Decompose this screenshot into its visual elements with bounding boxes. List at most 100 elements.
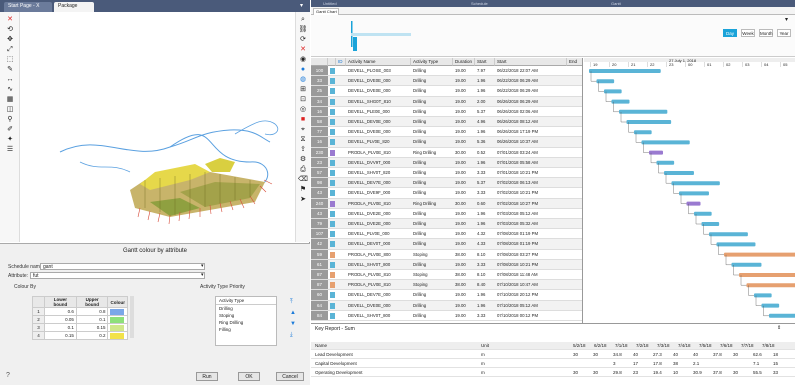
- table-row[interactable]: 60 DEVELL_DEV7E_000 Drilling 19.00 1.96 07/10…: [311, 290, 582, 301]
- duration-cell[interactable]: 19.00: [453, 107, 475, 116]
- start-cell[interactable]: 07/02/2018 10:21 PM: [495, 188, 567, 197]
- priority-list[interactable]: Activity Type Drilling Stoping Ring Drillin…: [215, 296, 277, 346]
- start-cell[interactable]: 06/26/2018 02:06 AM: [495, 107, 567, 116]
- gantt-bar[interactable]: [701, 222, 720, 226]
- zoom-year-button[interactable]: Year: [777, 29, 791, 37]
- colour-swatch[interactable]: [110, 332, 125, 339]
- activity-type-cell[interactable]: Drilling: [411, 178, 453, 187]
- duration-cell[interactable]: 19.00: [453, 219, 475, 228]
- measure-icon[interactable]: ↔: [5, 76, 15, 84]
- table-row[interactable]: 57 DEVELL_SHV0T_820 Drilling 19.00 3.33 07/01…: [311, 168, 582, 179]
- duration-cell[interactable]: 1.96: [475, 290, 495, 299]
- duration-cell[interactable]: 4.96: [475, 117, 495, 126]
- priority-item[interactable]: Ring Drilling: [216, 319, 276, 326]
- table-row[interactable]: 4 0.15 0.2: [32, 331, 128, 340]
- activity-type-cell[interactable]: Stoping: [411, 250, 453, 259]
- activity-name-cell[interactable]: DEVELL_DVE0E_000: [346, 301, 411, 310]
- cube-icon[interactable]: ◫: [5, 106, 15, 114]
- tab-gantt-chart[interactable]: Gantt Chart: [313, 8, 339, 15]
- table-row[interactable]: 34 DEVELL_SHG0T_810 Drilling 19.00 2.00 06/26…: [311, 96, 582, 107]
- gantt-bar[interactable]: [761, 303, 780, 308]
- activity-type-cell[interactable]: Drilling: [411, 219, 453, 228]
- gantt-bar[interactable]: [754, 293, 772, 298]
- export-icon[interactable]: ⇪: [298, 146, 308, 154]
- table-row[interactable]: 100 DEVELL_PLOSE_003 Drilling 19.00 7.97 06/2…: [311, 66, 582, 77]
- zoom-month-button[interactable]: Month: [759, 29, 773, 37]
- gantt-bar[interactable]: [724, 252, 795, 257]
- settings-icon[interactable]: ⚙: [298, 156, 308, 164]
- priority-item[interactable]: Drilling: [216, 305, 276, 312]
- table-row[interactable]: 87 PRODLA_PLV0E_810 Stoping 38.00 8.40 07/10/…: [311, 280, 582, 291]
- link-icon[interactable]: ⛓: [298, 26, 308, 34]
- duration-cell[interactable]: 19.00: [453, 301, 475, 310]
- table-row[interactable]: 25 DEVELL_DVE0E_000 Drilling 19.00 1.96 06/22…: [311, 86, 582, 97]
- table-row[interactable]: 43 DEVELL_DVE2E_000 Drilling 19.00 1.96 07/03…: [311, 208, 582, 219]
- 3d-viewport[interactable]: [20, 12, 295, 242]
- activity-name-cell[interactable]: DEVELL_DVE2E_000: [346, 219, 411, 228]
- duration-cell[interactable]: 8.10: [475, 250, 495, 259]
- activity-type-cell[interactable]: Drilling: [411, 301, 453, 310]
- activity-type-cell[interactable]: Drilling: [411, 239, 453, 248]
- schedule-select[interactable]: gant: [40, 263, 205, 270]
- colour-swatch[interactable]: [110, 324, 125, 331]
- help-icon[interactable]: ?: [6, 372, 10, 379]
- activity-name-cell[interactable]: DEVELL_DVV9T_000: [346, 158, 411, 167]
- duration-cell[interactable]: 2.00: [475, 97, 495, 106]
- gantt-bar[interactable]: [769, 313, 795, 318]
- duration-cell[interactable]: 3.33: [475, 260, 495, 269]
- duration-cell[interactable]: 1.96: [475, 86, 495, 95]
- priority-item[interactable]: Activity Type: [216, 297, 276, 305]
- activity-name-cell[interactable]: PRODLA_PLV0E_810: [346, 280, 411, 289]
- start-cell[interactable]: 07/10/2018 10:47 AM: [495, 280, 567, 289]
- activity-type-cell[interactable]: Drilling: [411, 127, 453, 136]
- duration-cell[interactable]: 8.10: [475, 270, 495, 279]
- start-cell[interactable]: 07/08/2018 01:19 PM: [495, 229, 567, 238]
- pan-icon[interactable]: ✥: [5, 36, 15, 44]
- attribute-select[interactable]: fut: [30, 272, 205, 279]
- table-row[interactable]: 79 DEVELL_DVE2E_000 Drilling 19.00 1.96 07/03…: [311, 219, 582, 230]
- start-cell[interactable]: 07/10/2018 05:12 AM: [495, 301, 567, 310]
- table-row[interactable]: 98 DEVELL_DEV7E_000 Drilling 19.00 5.37 07/02…: [311, 178, 582, 189]
- activity-type-cell[interactable]: Drilling: [411, 229, 453, 238]
- draw-icon[interactable]: ✎: [5, 66, 15, 74]
- delete-icon[interactable]: ✕: [298, 46, 308, 54]
- duration-cell[interactable]: 19.00: [453, 188, 475, 197]
- duration-cell[interactable]: 4.33: [475, 239, 495, 248]
- move-top-icon[interactable]: ⤒: [290, 299, 293, 306]
- duration-cell[interactable]: 38.00: [453, 270, 475, 279]
- curve-icon[interactable]: ∿: [5, 86, 15, 94]
- activity-name-cell[interactable]: DEVELL_SHV0T_820: [346, 168, 411, 177]
- colour-cell[interactable]: [107, 331, 128, 340]
- trash-icon[interactable]: ⌫: [298, 176, 308, 184]
- activity-name-cell[interactable]: DEVELL_PLE0E_000: [346, 107, 411, 116]
- gantt-bar[interactable]: [664, 171, 694, 175]
- activity-type-cell[interactable]: Drilling: [411, 168, 453, 177]
- start-cell[interactable]: 07/08/2018 10:21 PM: [495, 260, 567, 269]
- duration-cell[interactable]: 8.40: [475, 280, 495, 289]
- start-cell[interactable]: 06/26/2018 06:29 AM: [495, 97, 567, 106]
- priority-item[interactable]: Filling: [216, 326, 276, 333]
- gantt-bar[interactable]: [596, 79, 615, 84]
- gantt-chart[interactable]: 27 July 1, 2018 19 20 21 22 23 00 01 02 03 04 05: [584, 58, 795, 323]
- activity-type-cell[interactable]: Drilling: [411, 76, 453, 85]
- duration-cell[interactable]: 5.37: [475, 178, 495, 187]
- activity-name-cell[interactable]: DEVELL_SHV0T_800: [346, 260, 411, 269]
- duration-cell[interactable]: 0.60: [475, 199, 495, 208]
- table-row[interactable]: 58 DEVELL_DEV0E_000 Drilling 19.00 4.96 06/26…: [311, 117, 582, 128]
- start-cell[interactable]: 07/08/2018 01:19 PM: [495, 239, 567, 248]
- start-cell[interactable]: 07/01/2018 03:24 AM: [495, 148, 567, 157]
- report-row[interactable]: Capital Development m 3 17 17.8 38 2.1 7.1 15: [311, 360, 795, 368]
- upper-bound-cell[interactable]: 0.2: [75, 331, 109, 340]
- table-row[interactable]: 59 PRODLA_PLV0E_800 Stoping 38.00 8.10 07/08/…: [311, 249, 582, 260]
- table-row[interactable]: 61 DEVELL_SHV0T_800 Drilling 19.00 3.33 07/08…: [311, 259, 582, 270]
- zoom-day-button[interactable]: Day: [723, 29, 737, 37]
- activity-name-cell[interactable]: DEVELL_DEV0T_000: [346, 239, 411, 248]
- duration-cell[interactable]: 3.33: [475, 168, 495, 177]
- chevron-down-icon[interactable]: ▾: [201, 263, 204, 269]
- move-bottom-icon[interactable]: ⤓: [290, 332, 293, 339]
- priority-item[interactable]: Stoping: [216, 312, 276, 319]
- duration-cell[interactable]: 1.96: [475, 76, 495, 85]
- ok-button[interactable]: OK: [238, 372, 260, 381]
- table-row[interactable]: 64 DEVELL_DVE0E_000 Drilling 19.00 1.96 07/10…: [311, 300, 582, 311]
- duration-cell[interactable]: 0.52: [475, 148, 495, 157]
